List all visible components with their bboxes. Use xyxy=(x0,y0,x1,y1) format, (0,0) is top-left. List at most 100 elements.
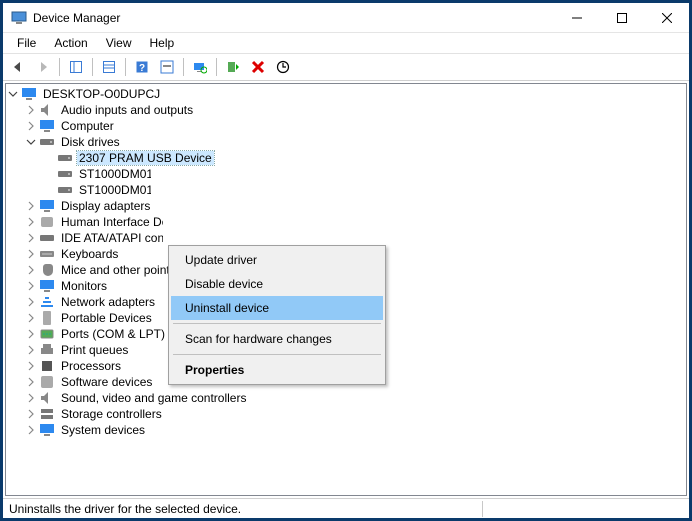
mouse-icon xyxy=(39,262,55,278)
show-hide-console-button[interactable] xyxy=(65,56,87,78)
tree-label: IDE ATA/ATAPI controllers xyxy=(59,231,163,245)
scan-hardware-button[interactable] xyxy=(189,56,211,78)
properties-button[interactable] xyxy=(98,56,120,78)
tree-label: System devices xyxy=(59,423,147,437)
twisty-none xyxy=(42,151,56,165)
status-bar: Uninstalls the driver for the selected d… xyxy=(3,498,689,518)
chevron-right-icon[interactable] xyxy=(24,103,38,117)
tree-category-sound[interactable]: Sound, video and game controllers xyxy=(24,390,686,406)
tree-device-disk-2[interactable]: ST1000DM010-2EP102 xyxy=(42,182,686,198)
disk-icon xyxy=(57,182,73,198)
action-button[interactable] xyxy=(156,56,178,78)
tree-device-disk-0[interactable]: 2307 PRAM USB Device xyxy=(42,150,686,166)
statusbar-separator xyxy=(482,501,483,517)
context-menu: Update driver Disable device Uninstall d… xyxy=(168,245,386,385)
chevron-right-icon[interactable] xyxy=(24,279,38,293)
tree-category-ide[interactable]: IDE ATA/ATAPI controllers xyxy=(24,230,686,246)
toolbar-separator xyxy=(216,58,217,76)
chevron-down-icon[interactable] xyxy=(24,135,38,149)
tree-label: Print queues xyxy=(59,343,130,357)
tree-label: Display adapters xyxy=(59,199,152,213)
chevron-right-icon[interactable] xyxy=(24,263,38,277)
tree-device-disk-1[interactable]: ST1000DM010-2EP102 xyxy=(42,166,686,182)
software-device-icon xyxy=(39,374,55,390)
chevron-right-icon[interactable] xyxy=(24,375,38,389)
window-controls xyxy=(554,3,689,32)
maximize-button[interactable] xyxy=(599,3,644,32)
forward-button[interactable] xyxy=(32,56,54,78)
menu-properties[interactable]: Properties xyxy=(171,358,383,382)
menu-scan-hardware[interactable]: Scan for hardware changes xyxy=(171,327,383,351)
chevron-right-icon[interactable] xyxy=(24,119,38,133)
minimize-button[interactable] xyxy=(554,3,599,32)
storage-icon xyxy=(39,406,55,422)
menu-disable-device[interactable]: Disable device xyxy=(171,272,383,296)
menu-update-driver[interactable]: Update driver xyxy=(171,248,383,272)
sound-icon xyxy=(39,390,55,406)
chevron-right-icon[interactable] xyxy=(24,199,38,213)
chevron-right-icon[interactable] xyxy=(24,423,38,437)
update-driver-button[interactable] xyxy=(272,56,294,78)
tree-root[interactable]: DESKTOP-O0DUPCJ xyxy=(6,86,686,102)
tree-label: Storage controllers xyxy=(59,407,164,421)
app-icon xyxy=(11,10,27,26)
tree-label: ST1000DM010-2EP102 xyxy=(77,167,151,181)
help-button[interactable]: ? xyxy=(131,56,153,78)
tree-label: Processors xyxy=(59,359,123,373)
uninstall-device-button[interactable] xyxy=(247,56,269,78)
disk-icon xyxy=(39,134,55,150)
audio-icon xyxy=(39,102,55,118)
title-bar: Device Manager xyxy=(3,3,689,33)
tree-label: Software devices xyxy=(59,375,154,389)
close-button[interactable] xyxy=(644,3,689,32)
tree-label: Network adapters xyxy=(59,295,157,309)
tree-category-system[interactable]: System devices xyxy=(24,422,686,438)
chevron-down-icon[interactable] xyxy=(6,87,20,101)
tree-category-storage[interactable]: Storage controllers xyxy=(24,406,686,422)
ide-icon xyxy=(39,230,55,246)
menu-view[interactable]: View xyxy=(98,34,140,52)
tree-category-audio[interactable]: Audio inputs and outputs xyxy=(24,102,686,118)
portable-device-icon xyxy=(39,310,55,326)
port-icon xyxy=(39,326,55,342)
chevron-right-icon[interactable] xyxy=(24,215,38,229)
chevron-right-icon[interactable] xyxy=(24,327,38,341)
menu-action[interactable]: Action xyxy=(46,34,95,52)
tree-category-hid[interactable]: Human Interface Devices xyxy=(24,214,686,230)
back-button[interactable] xyxy=(7,56,29,78)
network-icon xyxy=(39,294,55,310)
menu-separator xyxy=(173,354,381,355)
chevron-right-icon[interactable] xyxy=(24,247,38,261)
window-title: Device Manager xyxy=(33,11,120,25)
keyboard-icon xyxy=(39,246,55,262)
chevron-right-icon[interactable] xyxy=(24,311,38,325)
tree-category-computer[interactable]: Computer xyxy=(24,118,686,134)
menu-file[interactable]: File xyxy=(9,34,44,52)
chevron-right-icon[interactable] xyxy=(24,407,38,421)
tree-label: Disk drives xyxy=(59,135,122,149)
chevron-right-icon[interactable] xyxy=(24,295,38,309)
processor-icon xyxy=(39,358,55,374)
tree-category-disk-drives[interactable]: Disk drives xyxy=(24,134,686,150)
display-icon xyxy=(39,198,55,214)
tree-category-display[interactable]: Display adapters xyxy=(24,198,686,214)
svg-text:?: ? xyxy=(139,63,145,74)
menu-bar: File Action View Help xyxy=(3,33,689,53)
tree-label: 2307 PRAM USB Device xyxy=(77,151,214,165)
tree-label: Computer xyxy=(59,119,116,133)
computer-icon xyxy=(21,86,37,102)
toolbar-separator xyxy=(59,58,60,76)
menu-help[interactable]: Help xyxy=(142,34,183,52)
chevron-right-icon[interactable] xyxy=(24,343,38,357)
tree-label: Ports (COM & LPT) xyxy=(59,327,167,341)
twisty-none xyxy=(42,167,56,181)
tree-label: Human Interface Devices xyxy=(59,215,163,229)
menu-separator xyxy=(173,323,381,324)
chevron-right-icon[interactable] xyxy=(24,359,38,373)
tree-label: Sound, video and game controllers xyxy=(59,391,248,405)
chevron-right-icon[interactable] xyxy=(24,231,38,245)
toolbar: ? xyxy=(3,53,689,81)
enable-device-button[interactable] xyxy=(222,56,244,78)
menu-uninstall-device[interactable]: Uninstall device xyxy=(171,296,383,320)
chevron-right-icon[interactable] xyxy=(24,391,38,405)
